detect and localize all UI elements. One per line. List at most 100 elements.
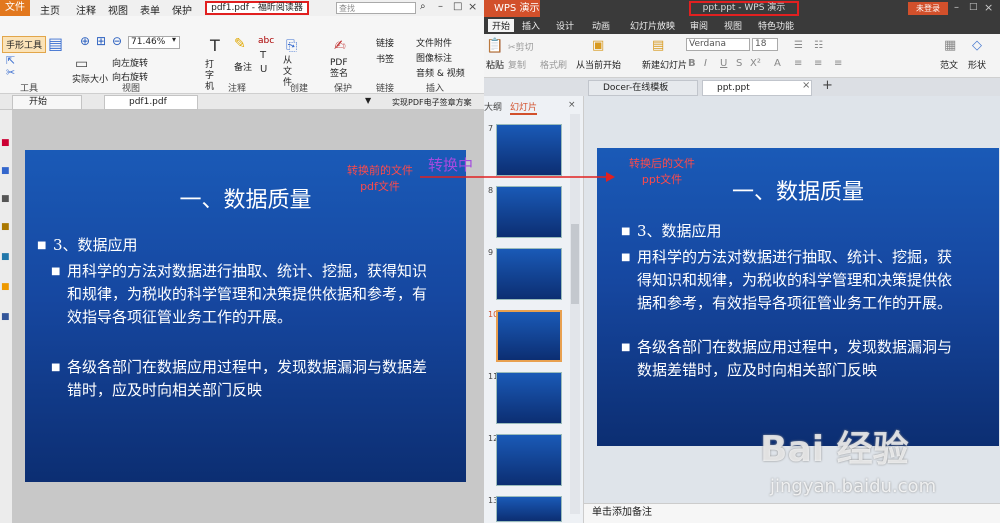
bullets-icon[interactable]: ☰ xyxy=(794,40,803,51)
annotation-before: 转换前的文件 pdf文件 xyxy=(340,163,420,195)
align-right-icon[interactable]: ≡ xyxy=(834,58,842,69)
actual-size-button[interactable]: 实际大小 xyxy=(72,72,108,85)
superscript-icon[interactable]: X² xyxy=(750,58,761,69)
thumb-8-img xyxy=(496,186,562,238)
highlight-icon[interactable]: abc xyxy=(258,36,274,46)
underline-icon[interactable]: U xyxy=(260,64,267,75)
chevron-down-icon[interactable]: ▾ xyxy=(172,35,176,44)
paragraph-button[interactable]: 范文 xyxy=(940,58,958,71)
search-icon[interactable]: ⌕ xyxy=(420,1,426,12)
security-icon[interactable]: ■ xyxy=(1,252,10,262)
close-panel-icon[interactable]: × xyxy=(568,100,576,110)
menu-slideshow[interactable]: 幻灯片放映 xyxy=(630,19,675,32)
zoom-out-icon[interactable]: ⊖ xyxy=(112,34,122,48)
pdf-sign-button[interactable]: PDF签名 xyxy=(330,58,354,80)
zoom-in-icon[interactable]: ⊕ xyxy=(80,34,90,48)
notes-pane[interactable]: 单击添加备注 xyxy=(584,503,1000,523)
scroll-thumb[interactable] xyxy=(571,224,579,304)
copy-button[interactable]: 复制 xyxy=(508,58,526,71)
close-icon[interactable]: × xyxy=(984,1,993,14)
file-menu[interactable]: 文件 xyxy=(0,0,30,16)
zoom-fit-icon[interactable]: ⊞ xyxy=(96,34,106,48)
tab-ppt[interactable]: ppt.ppt xyxy=(702,80,812,96)
italic-icon[interactable]: I xyxy=(704,58,707,69)
tab-docer[interactable]: Docer-在线模板 xyxy=(588,80,698,96)
sign-icon[interactable]: ■ xyxy=(1,312,10,322)
menu-annotate[interactable]: 注释 xyxy=(76,2,96,17)
group-create: 创建 xyxy=(290,84,309,94)
file-attach-button[interactable]: 文件附件 xyxy=(416,36,452,49)
wps-app-menu[interactable]: WPS 演示 xyxy=(484,0,540,17)
bold-icon[interactable]: B xyxy=(688,58,696,69)
minimize-icon[interactable]: – xyxy=(954,2,959,13)
font-size-select[interactable]: 18 xyxy=(752,38,778,51)
typewriter-button[interactable]: 打字机 xyxy=(205,60,217,93)
hand-tool-button[interactable]: 手形工具 xyxy=(2,36,47,53)
font-color-icon[interactable]: A xyxy=(774,58,781,69)
bookmark-icon[interactable]: ■ xyxy=(1,138,10,148)
login-button[interactable]: 未登录 xyxy=(908,2,948,15)
attachment-icon[interactable]: ■ xyxy=(1,222,10,232)
bullet-2: ■ 用科学的方法对数据进行抽取、统计、挖掘，获得知识和规律，为税收的科学管理和决策… xyxy=(621,248,953,312)
align-center-icon[interactable]: ≡ xyxy=(814,58,822,69)
numbering-icon[interactable]: ☷ xyxy=(814,40,823,51)
slideshow-icon: ▣ xyxy=(592,38,605,53)
bullet-1-text: 3、数据应用 xyxy=(53,236,138,254)
font-select[interactable]: Verdana xyxy=(686,38,750,51)
menu-view[interactable]: 视图 xyxy=(724,19,742,32)
tab-pdf1[interactable]: pdf1.pdf xyxy=(104,95,198,110)
maximize-icon[interactable]: □ xyxy=(453,1,462,12)
menu-start[interactable]: 开始 xyxy=(488,19,515,32)
snapshot-icon[interactable]: ✂ xyxy=(6,66,15,79)
note-icon: ✎ xyxy=(234,36,246,52)
new-tab-icon[interactable]: + xyxy=(822,78,833,93)
lock-icon[interactable]: ■ xyxy=(1,282,10,292)
menu-review[interactable]: 审阅 xyxy=(690,19,708,32)
pages-icon[interactable]: ■ xyxy=(1,166,10,176)
thumb-9-img xyxy=(496,248,562,300)
align-left-icon[interactable]: ≡ xyxy=(794,58,802,69)
menu-view[interactable]: 视图 xyxy=(108,2,128,17)
bookmark-button[interactable]: 书签 xyxy=(376,52,394,65)
tab-slides[interactable]: 幻灯片 xyxy=(510,100,538,115)
wps-menubar: 开始 插入 设计 动画 幻灯片放映 审阅 视图 特色功能 xyxy=(484,17,1000,34)
menu-home[interactable]: 主页 xyxy=(40,2,60,17)
group-protect: 保护 xyxy=(334,84,353,94)
audio-video-button[interactable]: 音频 & 视频 xyxy=(416,66,465,79)
paste-button[interactable]: 粘贴 xyxy=(486,58,504,71)
page-icon: ▭ xyxy=(75,56,89,72)
strikeout-icon[interactable]: T xyxy=(260,50,266,61)
minimize-icon[interactable]: – xyxy=(438,1,443,12)
link-button[interactable]: 链接 xyxy=(376,36,394,49)
menu-features[interactable]: 特色功能 xyxy=(758,19,794,32)
maximize-icon[interactable]: □ xyxy=(969,2,978,12)
cut-button[interactable]: ✂剪切 xyxy=(508,40,534,53)
from-current-button[interactable]: 从当前开始 xyxy=(576,58,621,71)
shape-button[interactable]: 形状 xyxy=(968,58,986,71)
close-icon[interactable]: × xyxy=(468,0,477,13)
rotate-left-button[interactable]: 向左旋转 xyxy=(112,56,148,69)
tab-outline[interactable]: 大纲 xyxy=(484,100,502,113)
thumb-9-num: 9 xyxy=(488,248,494,257)
group-link: 链接 xyxy=(376,84,395,94)
menu-protect[interactable]: 保护 xyxy=(172,2,192,17)
close-tab-icon[interactable]: × xyxy=(802,80,810,91)
search-input[interactable]: 查找 xyxy=(336,2,416,14)
underline-icon[interactable]: U xyxy=(720,58,727,69)
layers-icon[interactable]: ■ xyxy=(1,194,10,204)
note-button[interactable]: 备注 xyxy=(234,60,252,73)
bullet-2-text: 用科学的方法对数据进行抽取、统计、挖掘，获得知识和规律，为税收的科学管理和决策提… xyxy=(67,262,428,326)
format-painter-button[interactable]: 格式刷 xyxy=(540,58,567,71)
new-slide-button[interactable]: 新建幻灯片 xyxy=(642,58,687,71)
thumb-10-img xyxy=(496,310,562,362)
foxit-window: 文件 主页 注释 视图 表单 保护 pdf1.pdf - 福昕阅读器 共享 帮助… xyxy=(0,0,484,523)
menu-animation[interactable]: 动画 xyxy=(592,19,610,32)
menu-form[interactable]: 表单 xyxy=(140,2,160,17)
esign-link[interactable]: 实现PDF电子签章方案 xyxy=(392,97,472,108)
menu-design[interactable]: 设计 xyxy=(556,19,574,32)
menu-insert[interactable]: 插入 xyxy=(522,19,540,32)
tab-start[interactable]: 开始 xyxy=(12,95,82,110)
image-annot-button[interactable]: 图像标注 xyxy=(416,51,452,64)
shadow-icon[interactable]: S xyxy=(736,58,742,69)
tab-list-icon[interactable]: ▼ xyxy=(365,96,371,105)
